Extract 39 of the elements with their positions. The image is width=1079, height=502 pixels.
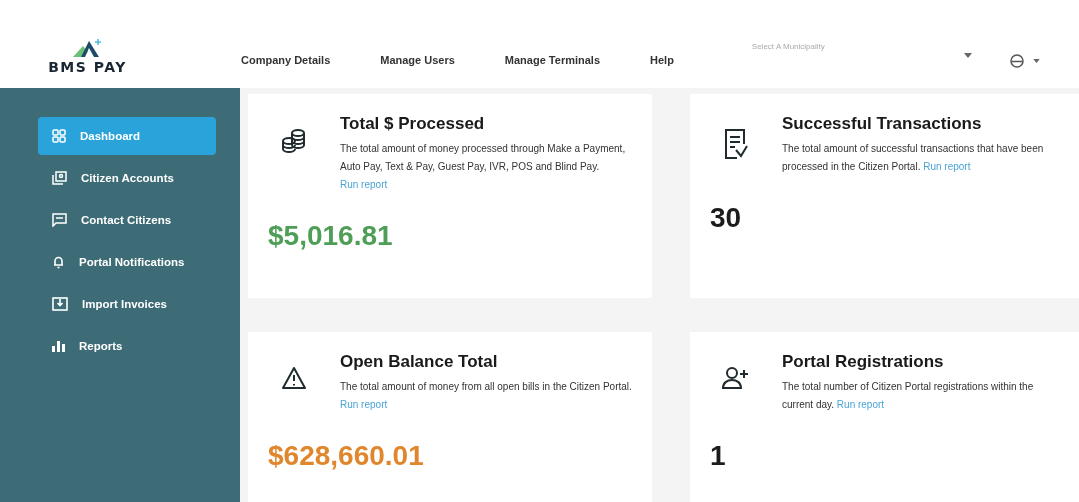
card-title: Total $ Processed	[340, 114, 486, 134]
caret-icon	[1032, 59, 1040, 63]
nav-link[interactable]: Company Details	[241, 54, 331, 66]
card-title: Successful Transactions	[782, 114, 983, 134]
card-description: The total amount of successful transactions that have been processed in the Citizen Portal. Run report	[782, 142, 1045, 174]
bell-icon	[52, 255, 65, 269]
caret-icon	[963, 53, 972, 58]
stat-value: $5,016.81	[268, 220, 394, 252]
coins-icon	[281, 128, 307, 154]
import-icon	[52, 297, 68, 311]
user-icon	[1009, 54, 1024, 68]
card-description: The total amount of money from all open bills in the Citizen Portal. Run report	[340, 380, 633, 412]
run-report-link[interactable]: Run report	[923, 161, 971, 172]
sidebar-item[interactable]: Reports	[38, 327, 216, 365]
sidebar-item[interactable]: Import Invoices	[38, 285, 216, 323]
sidebar-item[interactable]: Contact Citizens	[38, 201, 216, 239]
message-icon	[52, 213, 67, 227]
run-report-link[interactable]: Run report	[340, 399, 388, 410]
add-user-icon	[722, 366, 750, 390]
card-description: The total amount of money processed through Make a Payment, Auto Pay, Text & Pay, Guest Pay, IVR, POS and Blind Pay. Run report	[340, 142, 627, 192]
run-report-link[interactable]: Run report	[340, 179, 388, 190]
nav-link[interactable]: Manage Users	[380, 54, 455, 66]
run-report-link[interactable]: Run report	[836, 399, 885, 410]
sidebar-item[interactable]: Citizen Accounts	[38, 159, 216, 197]
warning-icon	[281, 366, 307, 390]
logo-text: BMS PAY	[48, 59, 127, 75]
nav-link[interactable]: Manage Terminals	[504, 54, 600, 66]
stat-value: $628,660.01	[268, 440, 425, 472]
sidebar-item[interactable]: Portal Notifications	[38, 243, 216, 281]
nav-link[interactable]: Help	[650, 54, 674, 66]
stat-value: 1	[710, 440, 727, 472]
checklist-icon	[724, 128, 748, 160]
bar-chart-icon	[52, 340, 65, 352]
stat-value: 30	[710, 202, 743, 234]
card-title: Portal Registrations	[782, 352, 945, 372]
id-card-icon	[52, 171, 67, 185]
card-description: The total number of Citizen Portal registrations within the current day. Run report	[782, 380, 1035, 412]
card-title: Open Balance Total	[340, 352, 499, 372]
grid-icon	[52, 129, 66, 143]
